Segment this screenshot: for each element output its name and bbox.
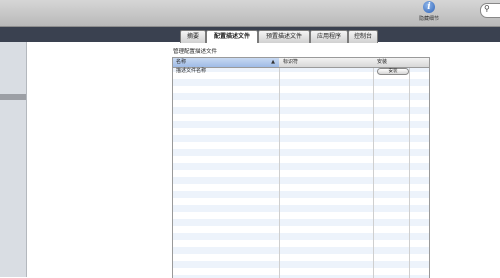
table-header: 名称 ▲ 标识符 安装	[173, 58, 429, 68]
hide-details-label: 隐藏细节	[418, 16, 439, 22]
tab-console[interactable]: 控制台	[348, 30, 378, 43]
tab-provisioning-profiles[interactable]: 预置描述文件	[258, 30, 310, 43]
table-row[interactable]: 描述文件名称 安装	[173, 68, 429, 75]
sort-ascending-icon: ▲	[271, 59, 275, 65]
profile-name: 描述文件名称	[176, 68, 207, 74]
sidebar-selected-item[interactable]	[0, 94, 26, 100]
section-title: 管理配置描述文件	[173, 49, 218, 55]
install-button[interactable]: 安装	[377, 68, 409, 75]
tab-applications[interactable]: 应用程序	[310, 30, 348, 43]
table-scrollbar-column[interactable]	[409, 58, 429, 278]
column-header-name[interactable]: 名称 ▲	[173, 58, 279, 67]
tab-summary[interactable]: 摘要	[180, 30, 206, 43]
column-header-identifier[interactable]: 标识符	[280, 58, 373, 67]
column-header-name-label: 名称	[176, 59, 187, 65]
tab-bar: 摘要 配置描述文件 预置描述文件 应用程序 控制台	[0, 27, 500, 43]
search-input[interactable]: ⚲	[480, 3, 500, 18]
column-divider	[373, 58, 374, 278]
column-divider	[279, 58, 280, 278]
top-toolbar: i 隐藏细节 ⚲	[0, 0, 500, 27]
search-icon: ⚲	[484, 4, 490, 13]
tab-configuration-profiles[interactable]: 配置描述文件	[206, 30, 258, 43]
info-icon: i	[423, 1, 435, 13]
column-header-install[interactable]: 安装	[374, 58, 409, 67]
sidebar	[0, 42, 27, 277]
profiles-table: 名称 ▲ 标识符 安装 描述文件名称 安装	[172, 57, 430, 278]
hide-details-button[interactable]: i 隐藏细节	[412, 1, 446, 25]
